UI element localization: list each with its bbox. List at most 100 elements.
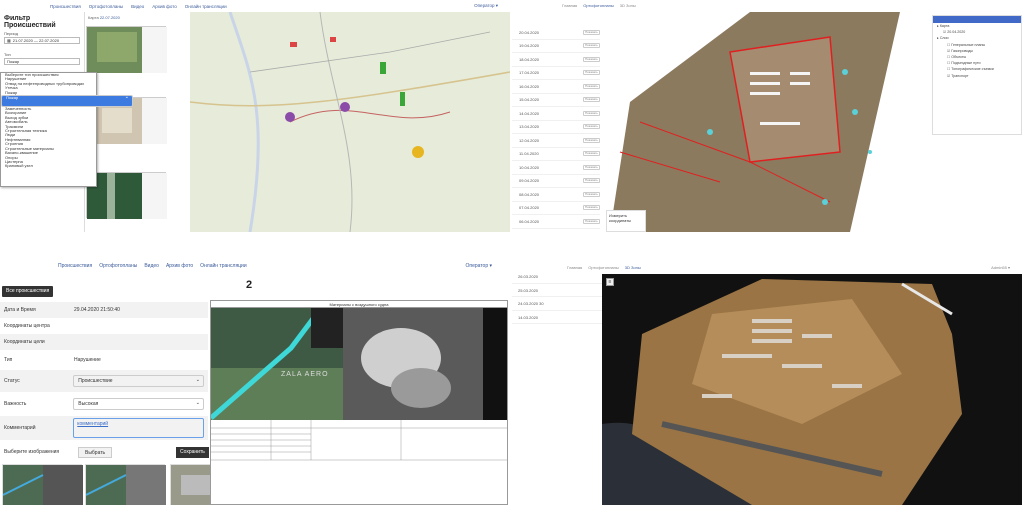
date-text: 18.04.2020 xyxy=(519,56,540,62)
date-row: 17.04.2020 Показать xyxy=(512,67,604,80)
menu-icon[interactable]: ≡ xyxy=(606,278,614,286)
tab-main[interactable]: Главная xyxy=(562,3,577,8)
type-label: Тип xyxy=(4,52,11,57)
date-row[interactable]: 24.03.2020 30 xyxy=(512,297,602,311)
show-button[interactable]: Показать xyxy=(583,56,600,62)
3d-model-view[interactable]: ≡ xyxy=(602,274,1022,505)
nav-orthophoto[interactable]: Ортофотопланы xyxy=(89,4,123,9)
layer-label: Топографические съемки xyxy=(951,67,994,72)
nav-incidents[interactable]: Происшествия xyxy=(50,4,81,9)
show-button[interactable]: Показать xyxy=(583,97,600,103)
nav-video[interactable]: Видео xyxy=(144,263,159,269)
type-dropdown-list[interactable]: Выберите тип происшествия Нарушение Отвод … xyxy=(0,72,133,187)
date-row: 19.04.2020 Показать xyxy=(512,40,604,53)
incidents-map[interactable] xyxy=(189,11,511,232)
orthophoto-view[interactable] xyxy=(600,12,932,232)
date-text: 06.04.2020 xyxy=(519,218,540,224)
date-row: 13.04.2020 Показать xyxy=(512,121,604,134)
date-row: 14.04.2020 Показать xyxy=(512,107,604,121)
date-text: 08.04.2020 xyxy=(519,191,540,197)
date-row: 16.04.2020 Показать xyxy=(512,80,604,94)
show-button[interactable]: Показать xyxy=(583,137,600,143)
show-button[interactable]: Показать xyxy=(583,164,600,170)
incidents-map-panel: Происшествия Ортофотопланы Видео Архив ф… xyxy=(0,0,512,232)
incident-thumb[interactable] xyxy=(86,26,167,73)
show-button[interactable]: Показать xyxy=(583,178,600,184)
date-text: 15.04.2020 xyxy=(519,97,540,103)
orthophoto-panel: Главная Ортофотопланы 3D Зоны 20.04.2020… xyxy=(512,0,1024,232)
show-button[interactable]: Показать xyxy=(583,110,600,116)
date-text: 19.04.2020 xyxy=(519,43,540,49)
date-text: 12.04.2020 xyxy=(519,137,540,143)
layer-label: Генеральные планы xyxy=(951,42,986,47)
layer-label: Подъездные пути xyxy=(951,61,981,66)
comment-textarea[interactable]: комментарий xyxy=(73,418,204,438)
pick-images-button[interactable]: Выбрать xyxy=(78,447,113,458)
show-button[interactable]: Показать xyxy=(583,83,600,89)
date-list: 26.03.2020 25.03.2020 24.03.2020 30 14.03.2… xyxy=(512,270,602,324)
all-incidents-button[interactable]: Все происшествия xyxy=(2,286,54,297)
date-row: 09.04.2020 Показать xyxy=(512,175,604,188)
type-select[interactable]: Пожар xyxy=(4,58,80,65)
show-button[interactable]: Показать xyxy=(583,151,600,157)
incident-details-panel: Происшествия Ортофотопланы Видео Архив ф… xyxy=(0,255,512,505)
date-text: 17.04.2020 xyxy=(519,70,540,76)
incident-form: Дата и Время 29.04.2020 21:50:40 Координа… xyxy=(0,302,208,440)
nav-live[interactable]: Онлайн трансляции xyxy=(185,4,227,9)
filter-title: Фильтр Происшествий xyxy=(4,15,56,29)
calendar-icon: ▦ xyxy=(7,38,11,43)
incident-thumb[interactable] xyxy=(86,172,167,219)
nav-video[interactable]: Видео xyxy=(131,4,144,9)
show-button[interactable]: Показать xyxy=(583,70,600,76)
tab-3d[interactable]: 3D Зоны xyxy=(620,3,636,8)
date-label: Дата и Время xyxy=(4,307,36,313)
date-row[interactable]: 14.03.2020 xyxy=(512,311,602,324)
period-field[interactable]: ▦ 21.07.2020 — 22.07.2020 xyxy=(4,37,80,44)
tab-3d[interactable]: 3D Зоны xyxy=(625,265,641,270)
show-button[interactable]: Показать xyxy=(583,43,600,49)
nav-incidents[interactable]: Происшествия xyxy=(58,263,92,269)
type-option[interactable]: Крановый узел xyxy=(1,163,96,168)
nav-live[interactable]: Онлайн трансляции xyxy=(200,263,246,269)
nav-photo-archive[interactable]: Архив фото xyxy=(166,263,193,269)
target-coords-label: Координаты цели xyxy=(4,339,45,345)
date-row: 11.04.2020 Показать xyxy=(512,148,604,161)
layer-label: Газопроводы xyxy=(951,48,973,53)
date-text: 14.04.2020 xyxy=(519,110,540,116)
date-row[interactable]: 26.03.2020 xyxy=(512,270,602,284)
operator-menu[interactable]: Оператор ▾ xyxy=(465,263,492,269)
incident-marker xyxy=(412,146,424,158)
date-row: 05.04.2020Показать xyxy=(512,229,604,233)
date-row: 06.04.2020 Показать xyxy=(512,215,604,229)
user-menu[interactable]: Admin55 ▾ xyxy=(991,265,1010,270)
date-row: 20.04.2020 Показать xyxy=(512,26,604,40)
date-row: 10.04.2020 Показать xyxy=(512,161,604,175)
save-button[interactable]: Сохранить xyxy=(176,447,209,458)
date-text: 09.04.2020 xyxy=(519,178,540,184)
layer-item[interactable]: ☑ Транспорт xyxy=(933,73,1021,79)
map-label: Карта xyxy=(88,15,99,20)
show-button[interactable]: Показать xyxy=(583,191,600,197)
measure-value: координаты xyxy=(609,218,631,223)
nav-orthophoto[interactable]: Ортофотопланы xyxy=(99,263,137,269)
show-button[interactable]: Показать xyxy=(583,205,600,211)
ortho-tabs: Главная Ортофотопланы 3D Зоны xyxy=(562,3,636,8)
tab-orthophoto[interactable]: Ортофотопланы xyxy=(583,3,614,8)
image-thumb[interactable] xyxy=(85,464,166,505)
status-select[interactable]: Происшествие xyxy=(73,375,204,387)
period-label: Период xyxy=(4,31,19,36)
date-text: 07.04.2020 xyxy=(519,205,540,211)
comment-label: Комментарий xyxy=(4,425,36,431)
operator-menu[interactable]: Оператор ▾ xyxy=(474,3,498,9)
type-option[interactable]: Пожар xyxy=(1,95,133,108)
date-row[interactable]: 25.03.2020 xyxy=(512,284,602,297)
date-text: 10.04.2020 xyxy=(519,164,540,170)
show-button[interactable]: Показать xyxy=(583,218,600,224)
measure-box[interactable]: Измерить координаты xyxy=(606,210,646,232)
show-button[interactable]: Показать xyxy=(583,124,600,130)
importance-select[interactable]: Высокая xyxy=(73,398,204,410)
nav-photo-archive[interactable]: Архив фото xyxy=(152,4,176,9)
show-button[interactable]: Показать xyxy=(583,29,600,35)
image-thumb[interactable] xyxy=(2,464,83,505)
center-coords-label: Координаты центра xyxy=(4,323,50,329)
